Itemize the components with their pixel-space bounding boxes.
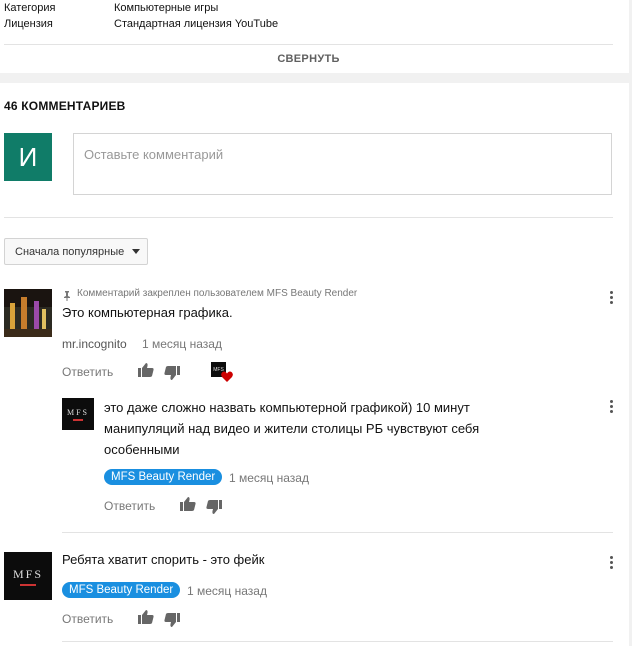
comment-line: манипуляций над видео и жители столицы Р… — [104, 421, 480, 436]
thumbs-up-icon — [138, 363, 154, 377]
mfs-logo: MFS — [4, 552, 52, 600]
thumbs-down-icon — [206, 500, 222, 514]
license-value: Стандартная лицензия YouTube — [114, 18, 279, 30]
author-avatar[interactable]: MFS — [4, 552, 52, 600]
pin-icon — [62, 288, 72, 301]
comment-input-box[interactable] — [73, 133, 612, 195]
user-avatar: И — [4, 133, 52, 181]
thumbs-up-icon — [180, 497, 196, 511]
comment-author[interactable]: mr.incognito — [62, 337, 127, 351]
comment-text: Это компьютерная графика. — [62, 305, 233, 320]
pinned-label: Комментарий закреплен пользователем MFS … — [77, 288, 358, 299]
like-button[interactable] — [138, 610, 154, 629]
caret-down-icon — [132, 249, 141, 254]
divider — [4, 44, 613, 45]
thumbs-down-icon — [164, 366, 180, 380]
reply-button[interactable]: Ответить — [104, 499, 155, 513]
like-button[interactable] — [138, 363, 154, 382]
mfs-logo: MFS — [62, 398, 94, 430]
sort-label: Сначала популярные — [15, 245, 125, 258]
comment-line: особенными — [104, 442, 180, 457]
dislike-button[interactable] — [206, 500, 222, 519]
category-label: Категория — [4, 2, 56, 14]
heart-icon — [221, 369, 233, 387]
dislike-button[interactable] — [164, 366, 180, 385]
reply-button[interactable]: Ответить — [62, 612, 113, 626]
license-label: Лицензия — [4, 18, 53, 30]
more-options-icon[interactable] — [610, 400, 613, 415]
sort-dropdown[interactable]: Сначала популярные — [4, 238, 148, 265]
comment-time[interactable]: 1 месяц назад — [187, 584, 267, 598]
comment-time[interactable]: 1 месяц назад — [142, 337, 222, 351]
dislike-button[interactable] — [164, 613, 180, 632]
author-badge[interactable]: MFS Beauty Render — [104, 469, 223, 485]
author-avatar[interactable]: MFS — [62, 398, 94, 430]
comment-text: Ребята хватит спорить - это фейк — [62, 552, 265, 567]
author-badge[interactable]: MFS Beauty Render — [62, 582, 181, 598]
thumbs-up-icon — [138, 610, 154, 624]
author-avatar[interactable] — [4, 289, 52, 337]
comment-line: это даже сложно назвать компьютерной гра… — [104, 400, 470, 415]
reply-button[interactable]: Ответить — [62, 365, 113, 379]
like-button[interactable] — [180, 497, 196, 516]
more-options-icon[interactable] — [610, 291, 613, 306]
comment-input[interactable] — [74, 134, 611, 162]
video-details-card: Категория Компьютерные игры Лицензия Ста… — [0, 0, 629, 73]
thumbs-down-icon — [164, 613, 180, 627]
more-options-icon[interactable] — [610, 556, 613, 571]
comment-text: это даже сложно назвать компьютерной гра… — [104, 397, 479, 460]
divider — [62, 532, 613, 533]
comments-count: 46 КОММЕНТАРИЕВ — [4, 99, 126, 113]
category-value: Компьютерные игры — [114, 2, 219, 14]
game-screenshot-avatar-icon — [4, 289, 52, 337]
comment-time[interactable]: 1 месяц назад — [229, 471, 309, 485]
divider — [62, 641, 613, 642]
divider — [4, 217, 613, 218]
collapse-button[interactable]: СВЕРНУТЬ — [0, 53, 617, 65]
